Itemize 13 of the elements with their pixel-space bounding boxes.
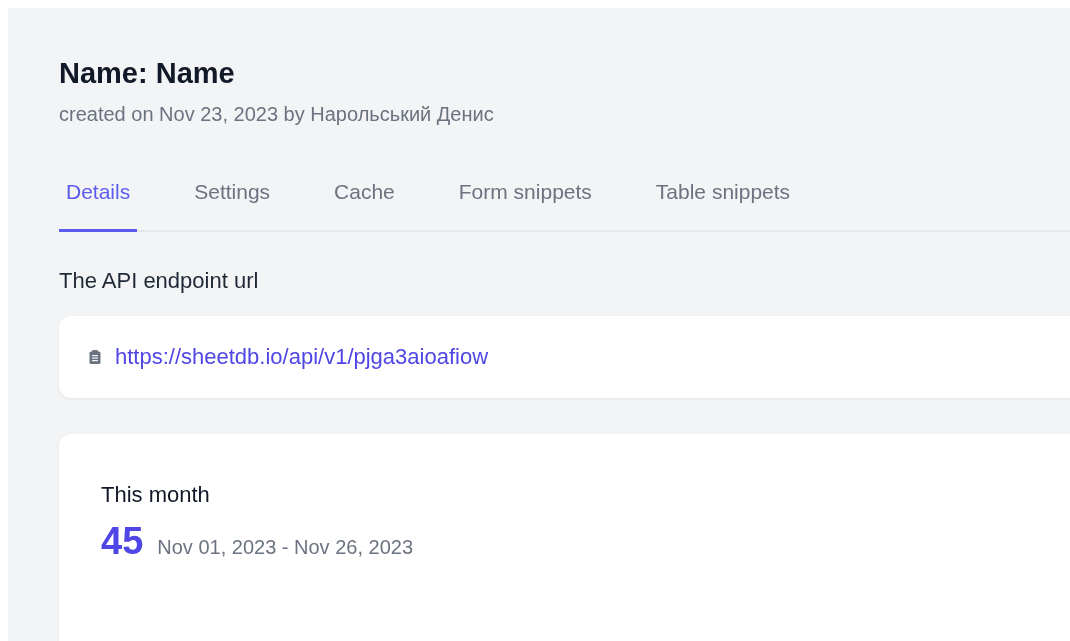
tab[interactable]: Cache	[327, 180, 402, 232]
period-label: This month	[101, 482, 211, 508]
tab[interactable]: Settings	[187, 180, 278, 232]
section-label: The API endpoint url	[59, 268, 260, 294]
created-info: created on Nov 23, 2023 by Нарольський Денис	[59, 102, 495, 126]
date-range: Nov 01, 2023 - Nov 26, 2023	[157, 536, 413, 559]
tab[interactable]: Details	[59, 180, 138, 232]
clipboard-icon[interactable]	[89, 350, 101, 364]
request-count: 45	[101, 520, 144, 563]
tab[interactable]: Table snippets	[648, 180, 798, 232]
page-title: Name: Name	[59, 58, 236, 88]
tab[interactable]: Form snippets	[451, 180, 599, 232]
endpoint-link[interactable]: https://sheetdb.io/api/v1/pjga3aioafiow	[115, 344, 489, 370]
